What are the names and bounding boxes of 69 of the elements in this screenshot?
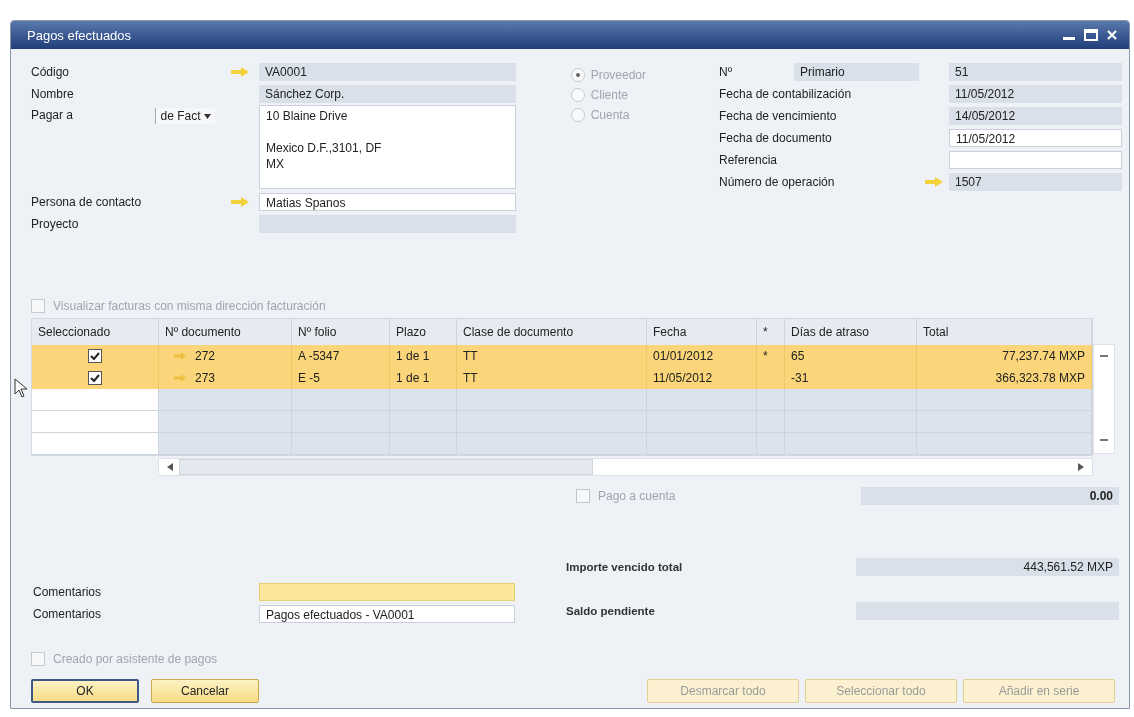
- field-label: Saldo pendiente: [566, 605, 656, 617]
- table-cell: 366,323.78 MXP: [917, 367, 1092, 389]
- field-label: Pagar a: [31, 108, 75, 122]
- table-cell: 272: [195, 349, 216, 363]
- table-cell: [757, 367, 785, 389]
- link-arrow-icon[interactable]: [924, 177, 944, 187]
- link-arrow-icon[interactable]: [173, 352, 187, 360]
- field-label: Fecha de documento: [719, 131, 833, 145]
- table-cell: TT: [457, 367, 647, 389]
- maximize-icon[interactable]: [1083, 28, 1099, 42]
- table-cell: TT: [457, 345, 647, 367]
- row-checkbox[interactable]: [88, 371, 102, 385]
- table-cell: *: [757, 345, 785, 367]
- close-icon[interactable]: [1105, 28, 1119, 42]
- field-label: Nº: [719, 65, 734, 79]
- comment-field[interactable]: [259, 583, 515, 601]
- table-cell: 65: [785, 345, 917, 367]
- scroll-right-icon[interactable]: [1078, 463, 1084, 471]
- table-cell: 01/01/2012: [647, 345, 757, 367]
- field-label: Proyecto: [31, 217, 80, 231]
- field-label: Referencia: [719, 153, 779, 167]
- table-cell: 273: [195, 371, 216, 385]
- input-field[interactable]: 51: [949, 63, 1122, 81]
- mouse-pointer-icon: [14, 378, 28, 398]
- field-label: Código: [31, 65, 71, 79]
- field-label: Comentarios: [32, 585, 103, 599]
- input-field[interactable]: Matias Spanos: [259, 193, 516, 211]
- table-cell: 77,237.74 MXP: [917, 345, 1092, 367]
- table-cell: A -5347: [292, 345, 390, 367]
- comment-field[interactable]: Pagos efectuados - VA0001: [259, 605, 515, 623]
- field-label: Fecha de vencimiento: [719, 109, 838, 123]
- dialog-button[interactable]: OK: [31, 679, 139, 703]
- table-cell: 11/05/2012: [647, 367, 757, 389]
- horizontal-scrollbar[interactable]: [158, 458, 1093, 476]
- scroll-left-icon[interactable]: [167, 463, 173, 471]
- table-cell: 1 de 1: [390, 345, 457, 367]
- vertical-scrollbar[interactable]: [1093, 344, 1115, 454]
- amount-field[interactable]: 443,561.52 MXP: [856, 558, 1119, 576]
- link-arrow-icon[interactable]: [230, 197, 250, 207]
- field-label: Comentarios: [32, 607, 103, 621]
- input-field[interactable]: 11/05/2012: [949, 85, 1122, 103]
- input-field[interactable]: [949, 151, 1122, 169]
- field-label: Número de operación: [719, 175, 836, 189]
- table-cell: 1 de 1: [390, 367, 457, 389]
- empty-table-row[interactable]: [32, 411, 1092, 433]
- table-cell: E -5: [292, 367, 390, 389]
- scroll-down-icon[interactable]: [1100, 439, 1108, 443]
- table-cell: -31: [785, 367, 917, 389]
- field-label: Importe vencido total: [566, 561, 684, 573]
- input-field[interactable]: 10 Blaine Drive Mexico D.F.,3101, DF MX: [259, 105, 516, 189]
- series-field[interactable]: Primario: [794, 63, 919, 81]
- field-label: Persona de contacto: [31, 195, 143, 209]
- input-field[interactable]: Sánchez Corp.: [259, 85, 516, 103]
- input-field[interactable]: 14/05/2012: [949, 107, 1122, 125]
- link-arrow-icon[interactable]: [230, 67, 250, 77]
- window-title: Pagos efectuados: [27, 27, 132, 43]
- scrollbar-thumb[interactable]: [179, 459, 593, 475]
- input-field[interactable]: 1507: [949, 173, 1122, 191]
- input-field[interactable]: 11/05/2012: [949, 129, 1122, 147]
- field-label: Nombre: [31, 87, 75, 101]
- caret-icon[interactable]: [203, 113, 211, 119]
- row-checkbox[interactable]: [88, 349, 102, 363]
- dialog-button[interactable]: Cancelar: [151, 679, 259, 703]
- scroll-up-icon[interactable]: [1100, 355, 1108, 359]
- empty-table-row[interactable]: [32, 433, 1092, 455]
- field-label: Fecha de contabilización: [719, 87, 853, 101]
- link-arrow-icon[interactable]: [173, 374, 187, 382]
- input-field[interactable]: VA0001: [259, 63, 516, 81]
- pay-to-dropdown[interactable]: de Fact: [155, 108, 215, 124]
